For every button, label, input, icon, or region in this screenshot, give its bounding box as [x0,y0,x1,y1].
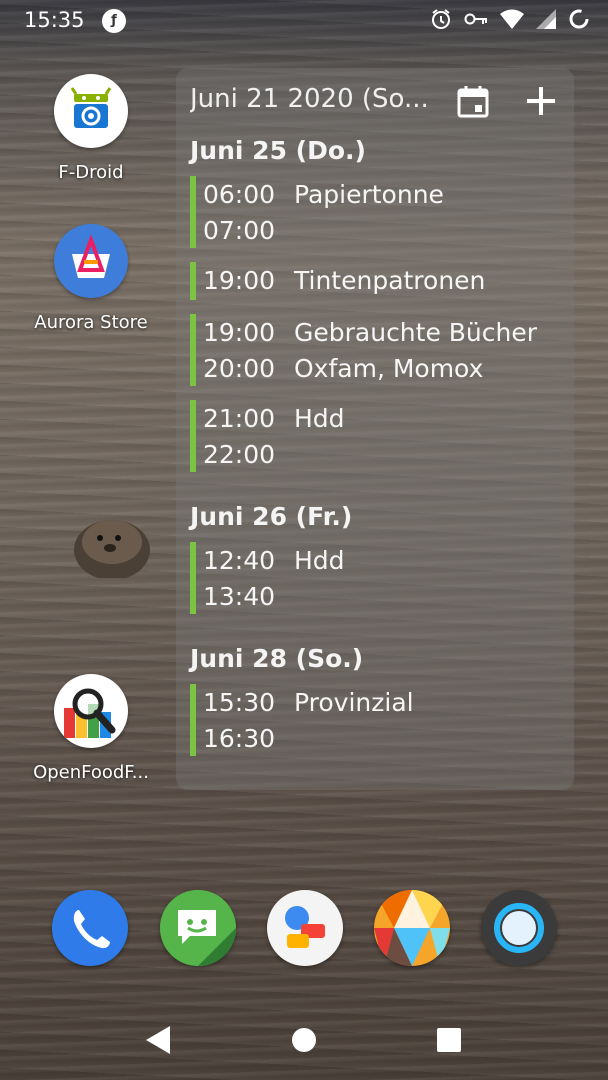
day-heading: Juni 25 (Do.) [190,136,366,165]
event-color-bar [190,262,196,300]
app-openfoodfacts[interactable]: OpenFoodF... [26,674,156,783]
event-item[interactable]: 06:00 Papiertonne 07:00 [190,176,570,248]
messaging-icon[interactable] [160,890,236,966]
app-aurora-store[interactable]: Aurora Store [26,224,156,333]
calendar-icon[interactable] [456,84,490,118]
firefox-focus-icon: ƒ [102,9,126,33]
event-start-time: 15:30 [203,688,276,717]
browser-icon[interactable] [481,890,557,966]
event-location: Oxfam, Momox [294,354,484,383]
widget-header: Juni 21 2020 (So... [176,68,574,132]
event-start-time: 19:00 [203,266,276,295]
back-icon[interactable] [146,1026,170,1054]
event-start-time: 12:40 [203,546,276,575]
chat-icon[interactable] [267,890,343,966]
event-title: Provinzial [294,688,414,717]
event-title: Hdd [294,404,345,433]
battery-icon [569,9,589,29]
status-icons [430,8,590,30]
event-start-time: 06:00 [203,180,276,209]
aurora-store-icon [54,224,128,298]
event-color-bar [190,400,196,472]
day-heading: Juni 28 (So.) [190,644,364,673]
recents-icon[interactable] [437,1028,461,1052]
gallery-icon[interactable] [374,890,450,966]
event-end-time: 16:30 [203,724,276,753]
add-icon[interactable] [524,84,558,118]
phone-icon[interactable] [52,890,128,966]
event-end-time: 22:00 [203,440,276,469]
alarm-icon [432,9,450,29]
app-label: OpenFoodF... [33,762,149,783]
openfoodfacts-icon [54,674,128,748]
event-title: Gebrauchte Bücher [294,318,538,347]
event-item[interactable]: 19:00 Gebrauchte Bücher 20:00 Oxfam, Mom… [190,314,570,386]
calendar-widget[interactable]: Juni 21 2020 (So... Juni 25 (Do.) 06:00 … [176,68,574,790]
event-item[interactable]: 21:00 Hdd 22:00 [190,400,570,472]
fdroid-icon [54,74,128,148]
status-bar: 15:35 ƒ [0,0,608,44]
widget-header-date[interactable]: Juni 21 2020 (So... [190,84,430,114]
event-end-time: 07:00 [203,216,276,245]
event-start-time: 19:00 [203,318,276,347]
event-color-bar [190,176,196,248]
event-color-bar [190,684,196,756]
event-title: Tintenpatronen [294,266,486,295]
app-label: Aurora Store [34,312,148,333]
event-item[interactable]: 15:30 Provinzial 16:30 [190,684,570,756]
home-icon[interactable] [292,1028,316,1052]
event-item[interactable]: 12:40 Hdd 13:40 [190,542,570,614]
event-end-time: 13:40 [203,582,276,611]
navigation-bar [0,1000,608,1080]
event-color-bar [190,542,196,614]
event-color-bar [190,314,196,386]
wifi-icon [500,9,524,29]
event-item[interactable]: 19:00 Tintenpatronen [190,262,570,300]
status-time: 15:35 [24,8,85,32]
signal-icon [536,9,556,29]
app-fdroid[interactable]: F-Droid [26,74,156,183]
event-title: Hdd [294,546,345,575]
app-label: F-Droid [58,162,124,183]
event-start-time: 21:00 [203,404,276,433]
event-title: Papiertonne [294,180,444,209]
seal-photo [74,520,150,578]
event-end-time: 20:00 [203,354,276,383]
vpn-key-icon [464,13,487,25]
day-heading: Juni 26 (Fr.) [190,502,353,531]
